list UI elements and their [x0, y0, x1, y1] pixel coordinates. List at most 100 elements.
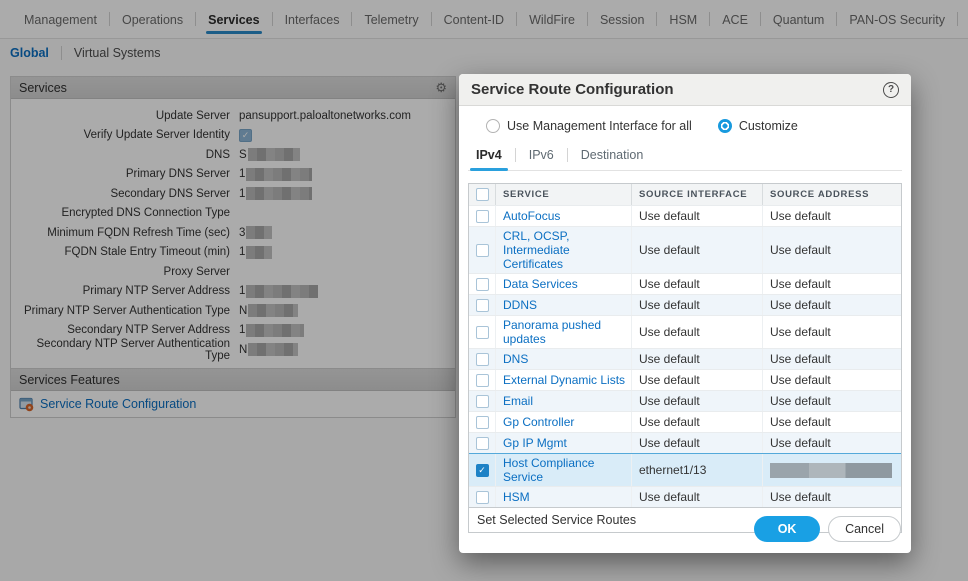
radio-label: Use Management Interface for all [507, 119, 692, 133]
source-interface-cell: Use default [632, 274, 763, 294]
radio-customize[interactable]: Customize [718, 119, 798, 133]
source-address-cell: Use default [763, 433, 901, 453]
dialog-title: Service Route Configuration [471, 81, 674, 98]
row-checkbox[interactable] [476, 244, 489, 257]
service-link[interactable]: AutoFocus [503, 207, 560, 225]
row-checkbox-cell [469, 274, 496, 294]
row-checkbox[interactable] [476, 491, 489, 504]
dialog-buttons: OK Cancel [754, 516, 901, 542]
row-checkbox[interactable] [476, 299, 489, 312]
service-link[interactable]: CRL, OCSP, Intermediate Certificates [503, 227, 631, 273]
service-cell: Email [496, 391, 632, 411]
column-header-source-address: SOURCE ADDRESS [763, 184, 901, 205]
service-link[interactable]: DDNS [503, 296, 537, 314]
service-cell: External Dynamic Lists [496, 370, 632, 390]
source-interface-cell: Use default [632, 206, 763, 226]
select-all-checkbox[interactable] [476, 188, 489, 201]
service-link[interactable]: Data Services [503, 275, 578, 293]
column-header-service: SERVICE [496, 184, 632, 205]
service-row-hsm[interactable]: HSM Use defaultUse default [469, 486, 901, 507]
service-cell: HSM [496, 487, 632, 507]
service-row-ddns[interactable]: DDNSUse defaultUse default [469, 294, 901, 315]
service-cell: DNS [496, 349, 632, 369]
source-interface-cell: Use default [632, 316, 763, 348]
service-cell: Panorama pushed updates [496, 316, 632, 348]
source-interface-cell: Use default [632, 433, 763, 453]
service-link[interactable]: External Dynamic Lists [503, 371, 625, 389]
row-checkbox[interactable] [476, 210, 489, 223]
service-cell: CRL, OCSP, Intermediate Certificates [496, 227, 632, 273]
service-row-data-services[interactable]: Data ServicesUse defaultUse default [469, 273, 901, 294]
source-interface-cell: Use default [632, 412, 763, 432]
source-interface-cell: Use default [632, 487, 763, 507]
source-interface-cell: Use default [632, 391, 763, 411]
separator [567, 148, 568, 162]
radio-circle-icon[interactable] [486, 119, 500, 133]
source-interface-cell: Use default [632, 370, 763, 390]
row-checkbox[interactable] [476, 395, 489, 408]
row-checkbox[interactable] [476, 416, 489, 429]
service-route-table: SERVICESOURCE INTERFACESOURCE ADDRESS Au… [468, 183, 902, 533]
row-checkbox-cell [469, 412, 496, 432]
service-link[interactable]: Panorama pushed updates [503, 316, 631, 348]
service-link[interactable]: Email [503, 392, 533, 410]
row-checkbox-cell [469, 391, 496, 411]
service-row-crl-ocsp-intermediate-certificates[interactable]: CRL, OCSP, Intermediate CertificatesUse … [469, 226, 901, 273]
service-link[interactable]: Gp Controller [503, 413, 574, 431]
service-cell: Gp Controller [496, 412, 632, 432]
row-checkbox-cell [469, 487, 496, 507]
service-cell: Host Compliance Service [496, 454, 632, 486]
source-address-cell: Use default [763, 349, 901, 369]
dialog-header: Service Route Configuration ? [459, 74, 911, 106]
source-address-cell: Use default [763, 206, 901, 226]
service-link[interactable]: Gp IP Mgmt [503, 434, 567, 452]
service-row-dns[interactable]: DNS Use defaultUse default [469, 348, 901, 369]
service-link[interactable]: Host Compliance Service [503, 454, 631, 486]
service-cell: Data Services [496, 274, 632, 294]
dialog-tab-ipv6[interactable]: IPv6 [527, 146, 556, 170]
source-interface-cell: Use default [632, 349, 763, 369]
cancel-button[interactable]: Cancel [828, 516, 901, 542]
source-interface-cell: Use default [632, 227, 763, 273]
source-address-cell: Use default [763, 227, 901, 273]
row-checkbox-cell [469, 433, 496, 453]
service-link[interactable]: DNS [503, 350, 528, 368]
service-row-gp-ip-mgmt[interactable]: Gp IP Mgmt Use defaultUse default [469, 432, 901, 453]
radio-use-management-interface-for-all[interactable]: Use Management Interface for all [486, 119, 692, 133]
service-cell: AutoFocus [496, 206, 632, 226]
help-icon[interactable]: ? [883, 82, 899, 98]
service-cell: DDNS [496, 295, 632, 315]
dialog-tab-ipv4[interactable]: IPv4 [474, 146, 504, 170]
dialog-tabs: IPv4 IPv6 Destination [468, 146, 902, 171]
service-row-host-compliance-service[interactable]: ✓Host Compliance Serviceethernet1/13 [469, 453, 901, 486]
row-checkbox[interactable] [476, 278, 489, 291]
radio-label: Customize [739, 119, 798, 133]
row-checkbox[interactable] [476, 326, 489, 339]
service-row-gp-controller[interactable]: Gp ControllerUse defaultUse default [469, 411, 901, 432]
row-checkbox[interactable] [476, 437, 489, 450]
source-address-cell [763, 454, 901, 486]
ok-button[interactable]: OK [754, 516, 820, 542]
service-link[interactable]: HSM [503, 488, 530, 506]
service-row-panorama-pushed-updates[interactable]: Panorama pushed updatesUse defaultUse de… [469, 315, 901, 348]
row-checkbox[interactable]: ✓ [476, 464, 489, 477]
service-row-autofocus[interactable]: AutoFocus Use defaultUse default [469, 205, 901, 226]
source-address-cell: Use default [763, 295, 901, 315]
service-row-external-dynamic-lists[interactable]: External Dynamic ListsUse defaultUse def… [469, 369, 901, 390]
dialog-tab-destination[interactable]: Destination [579, 146, 646, 170]
row-checkbox[interactable] [476, 353, 489, 366]
source-address-cell: Use default [763, 391, 901, 411]
row-checkbox[interactable] [476, 374, 489, 387]
row-checkbox-cell [469, 370, 496, 390]
service-cell: Gp IP Mgmt [496, 433, 632, 453]
column-header-source-interface: SOURCE INTERFACE [632, 184, 763, 205]
separator [515, 148, 516, 162]
source-address-cell: Use default [763, 316, 901, 348]
row-checkbox-cell [469, 316, 496, 348]
source-address-cell: Use default [763, 487, 901, 507]
service-row-email[interactable]: Email Use defaultUse default [469, 390, 901, 411]
radio-circle-icon[interactable] [718, 119, 732, 133]
row-checkbox-cell: ✓ [469, 454, 496, 486]
row-checkbox-cell [469, 206, 496, 226]
service-route-dialog: Service Route Configuration ? Use Manage… [459, 74, 911, 553]
